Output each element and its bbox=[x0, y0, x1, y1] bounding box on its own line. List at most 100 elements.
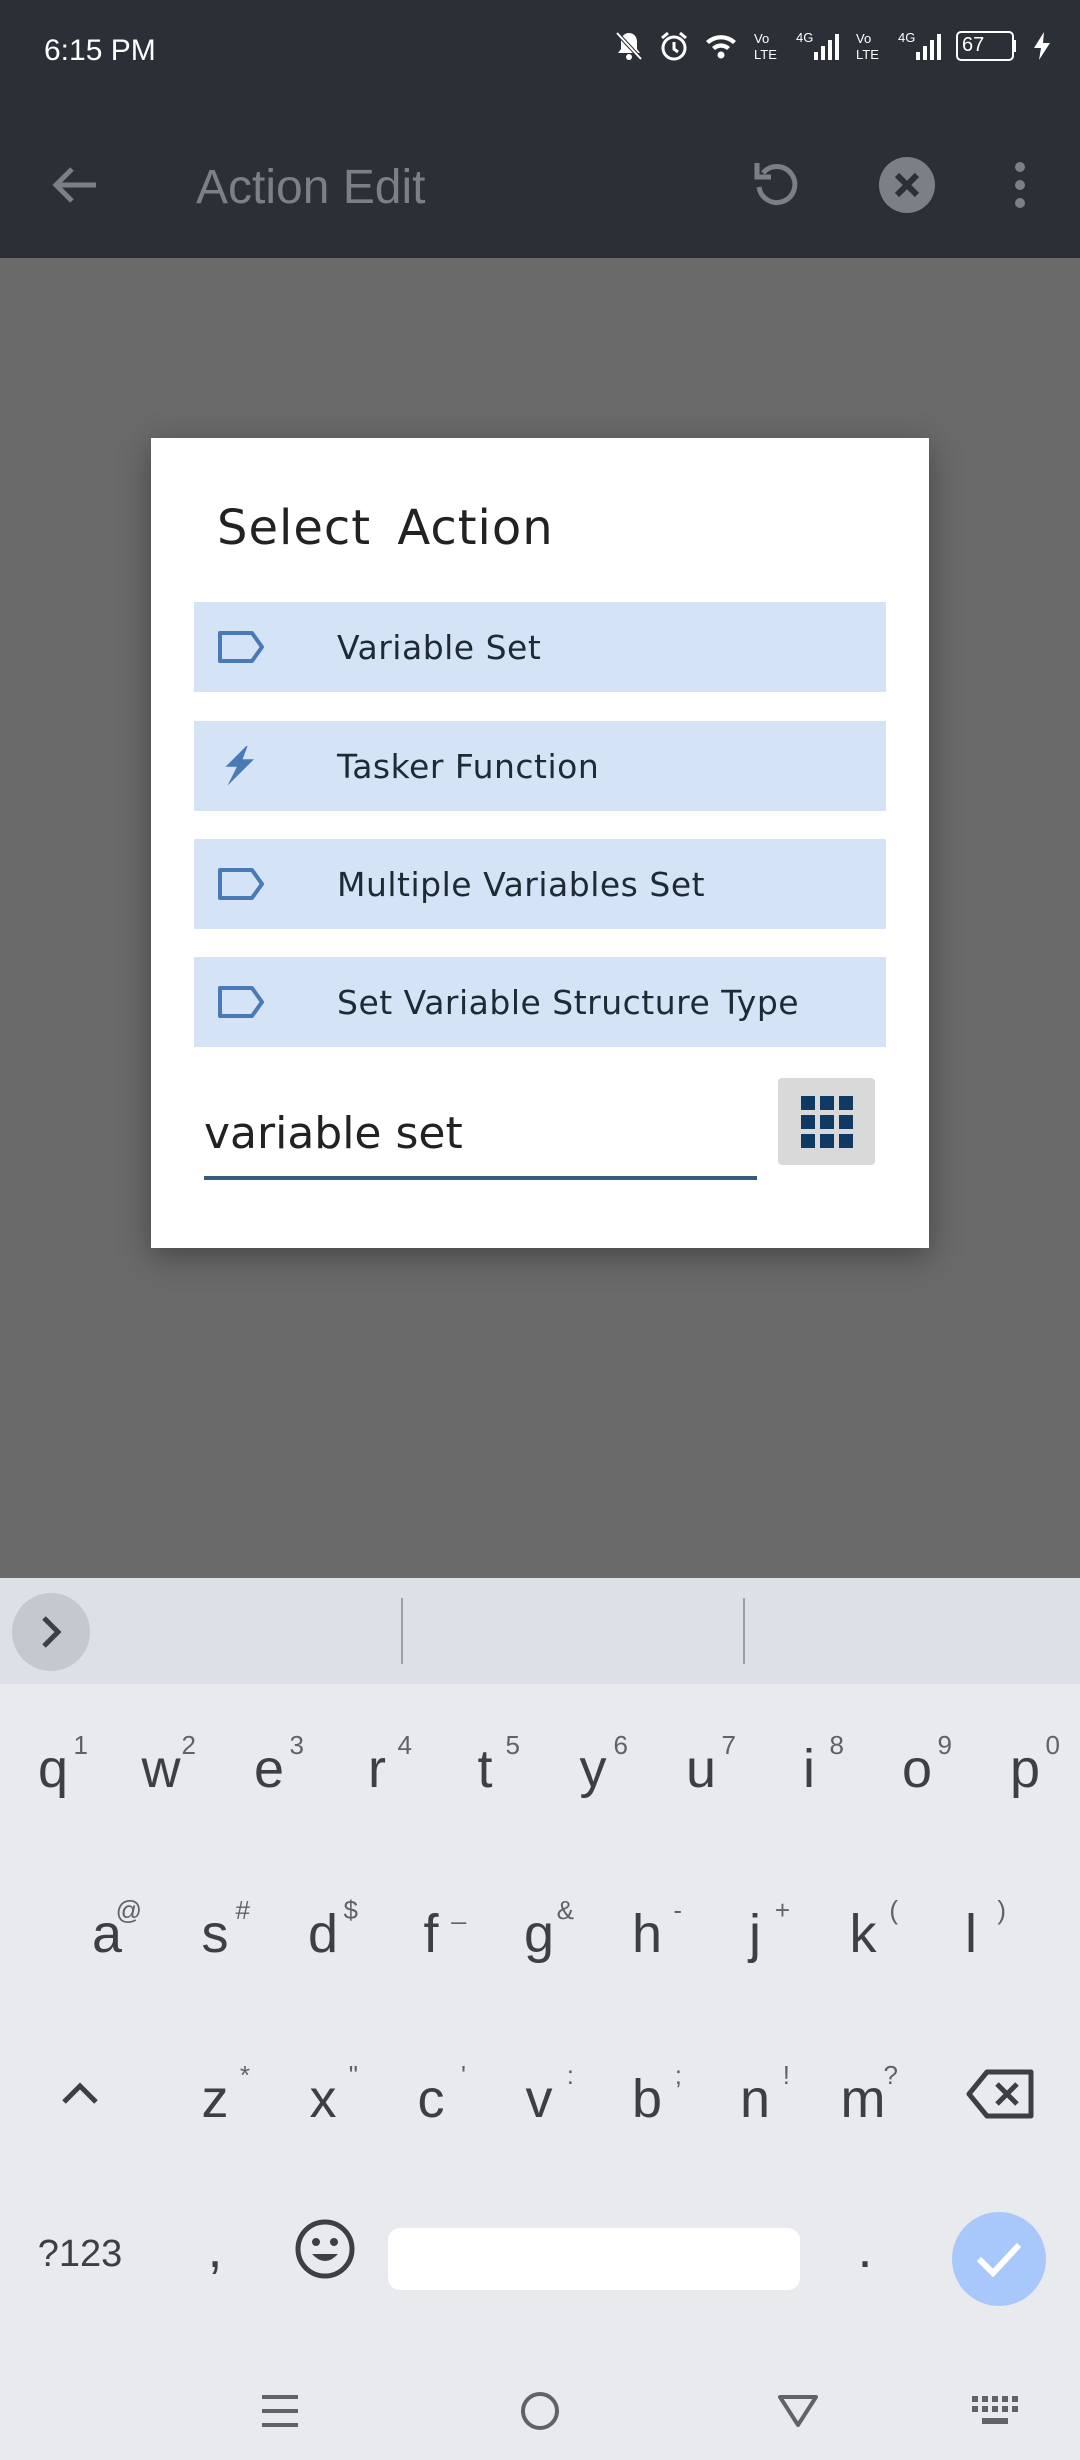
key-a[interactable]: @ a bbox=[72, 1895, 142, 1965]
signal-4g-icon-2: 4G bbox=[898, 30, 941, 60]
reset-button[interactable] bbox=[742, 150, 812, 220]
comma-key-label: , bbox=[207, 2219, 223, 2279]
signal-4g-icon: 4G bbox=[796, 30, 839, 60]
expand-toolbar-button[interactable] bbox=[12, 1593, 90, 1671]
enter-key[interactable] bbox=[952, 2212, 1046, 2306]
action-item-set-variable-structure-type[interactable]: Set Variable Structure Type bbox=[194, 957, 886, 1047]
key-c[interactable]: ' c bbox=[396, 2060, 467, 2130]
battery-icon: 67 bbox=[956, 31, 1018, 61]
home-nav-button[interactable] bbox=[510, 2386, 570, 2436]
key-hint: 9 bbox=[937, 1730, 952, 1760]
key-hint: _ bbox=[451, 1895, 466, 1925]
key-x[interactable]: " x bbox=[288, 2060, 359, 2130]
svg-text:Vo: Vo bbox=[754, 31, 769, 46]
key-hint: ; bbox=[674, 2060, 682, 2090]
key-b[interactable]: ; b bbox=[612, 2060, 682, 2130]
key-u[interactable]: 7u bbox=[666, 1730, 736, 1800]
key-hint: 2 bbox=[181, 1730, 196, 1760]
charging-icon bbox=[1034, 32, 1050, 60]
overflow-menu-button[interactable] bbox=[985, 150, 1055, 220]
action-item-tasker-function[interactable]: Tasker Function bbox=[194, 721, 886, 811]
select-action-dialog: Select Action Variable Set Tasker Functi… bbox=[151, 438, 929, 1248]
key-y[interactable]: 6y bbox=[558, 1730, 629, 1800]
undo-icon bbox=[754, 163, 798, 205]
action-item-variable-set[interactable]: Variable Set bbox=[194, 602, 886, 692]
symbols-key-label: ?123 bbox=[37, 2233, 123, 2275]
category-grid-button[interactable] bbox=[778, 1078, 875, 1165]
key-j[interactable]: + j bbox=[720, 1895, 790, 1965]
more-vert-icon bbox=[1015, 162, 1025, 208]
menu-nav-button[interactable] bbox=[250, 2386, 310, 2436]
key-hint: 3 bbox=[289, 1730, 304, 1760]
key-s[interactable]: # s bbox=[180, 1895, 251, 1965]
key-hint: 5 bbox=[505, 1730, 520, 1760]
key-t[interactable]: 5t bbox=[450, 1730, 520, 1800]
back-nav-button[interactable] bbox=[768, 2386, 828, 2436]
suggestion-divider bbox=[401, 1598, 403, 1664]
chevron-right-icon bbox=[42, 1616, 62, 1648]
key-d[interactable]: $ d bbox=[288, 1895, 358, 1965]
key-i[interactable]: 8i bbox=[774, 1730, 844, 1800]
menu-icon bbox=[262, 2395, 298, 2427]
status-icons: Vo LTE 4G Vo LTE 4G 67 bbox=[614, 30, 1052, 62]
emoji-icon bbox=[295, 2219, 355, 2279]
key-k[interactable]: (k bbox=[828, 1895, 899, 1965]
check-icon bbox=[976, 2242, 1022, 2277]
action-search-input[interactable] bbox=[204, 1098, 757, 1168]
wifi-icon bbox=[706, 35, 736, 59]
keyboard-hide-button[interactable] bbox=[964, 2386, 1024, 2436]
svg-text:LTE: LTE bbox=[856, 47, 879, 62]
key-g[interactable]: & g bbox=[504, 1895, 574, 1965]
key-hint: 6 bbox=[613, 1730, 628, 1760]
lightning-icon bbox=[225, 746, 255, 786]
suggestion-strip bbox=[0, 1578, 1080, 1684]
back-arrow-icon bbox=[52, 167, 96, 203]
key-w[interactable]: 2w bbox=[126, 1730, 197, 1800]
comma-key[interactable]: , bbox=[195, 2218, 235, 2280]
back-button[interactable] bbox=[40, 150, 110, 220]
cancel-button[interactable] bbox=[872, 150, 942, 220]
key-m[interactable]: ? m bbox=[828, 2060, 899, 2130]
action-item-label: Multiple Variables Set bbox=[337, 865, 706, 904]
key-hint: $ bbox=[343, 1895, 358, 1925]
action-item-multiple-variables-set[interactable]: Multiple Variables Set bbox=[194, 839, 886, 929]
soft-keyboard: 1q2w3e4r5t6y7u8i9o0p @ a # s $ d _ f & g - h + j(k) l … bbox=[0, 1578, 1080, 2460]
close-circle-icon bbox=[879, 157, 935, 213]
key-hint: @ bbox=[115, 1895, 142, 1925]
key-hint: # bbox=[235, 1895, 250, 1925]
key-n[interactable]: ! n bbox=[720, 2060, 790, 2130]
grid-icon bbox=[800, 1095, 853, 1148]
svg-text:LTE: LTE bbox=[754, 47, 777, 62]
space-key[interactable] bbox=[388, 2228, 800, 2290]
action-search-field[interactable] bbox=[204, 1098, 757, 1180]
key-label: c bbox=[417, 2069, 445, 2129]
shift-key[interactable] bbox=[50, 2078, 110, 2148]
backspace-key[interactable] bbox=[960, 2068, 1040, 2138]
key-hint: : bbox=[566, 2060, 574, 2090]
key-hint: ! bbox=[782, 2060, 790, 2090]
key-hint: 1 bbox=[73, 1730, 88, 1760]
suggestion-divider bbox=[743, 1598, 745, 1664]
key-v[interactable]: :v bbox=[504, 2060, 575, 2130]
volte-icon: VoLTE bbox=[754, 31, 777, 62]
symbols-key[interactable]: ?123 bbox=[30, 2233, 130, 2276]
key-p[interactable]: 0p bbox=[990, 1730, 1060, 1800]
key-l[interactable]: ) l bbox=[936, 1895, 1006, 1965]
back-triangle-icon bbox=[778, 2395, 818, 2427]
key-h[interactable]: -h bbox=[612, 1895, 682, 1965]
key-hint: ( bbox=[889, 1895, 898, 1925]
key-f[interactable]: _ f bbox=[396, 1895, 466, 1965]
key-hint: & bbox=[556, 1895, 574, 1925]
dialog-title: Select Action bbox=[217, 500, 554, 556]
key-z[interactable]: * z bbox=[180, 2060, 251, 2130]
period-key[interactable]: . bbox=[845, 2218, 885, 2280]
key-label: v bbox=[525, 2069, 553, 2129]
key-o[interactable]: 9o bbox=[882, 1730, 952, 1800]
svg-text:Vo: Vo bbox=[856, 31, 871, 46]
key-r[interactable]: 4r bbox=[342, 1730, 412, 1800]
key-q[interactable]: 1q bbox=[18, 1730, 88, 1800]
action-item-label: Variable Set bbox=[337, 628, 542, 667]
key-e[interactable]: 3e bbox=[234, 1730, 304, 1800]
emoji-key[interactable] bbox=[290, 2218, 360, 2288]
key-label: x bbox=[309, 2069, 337, 2129]
